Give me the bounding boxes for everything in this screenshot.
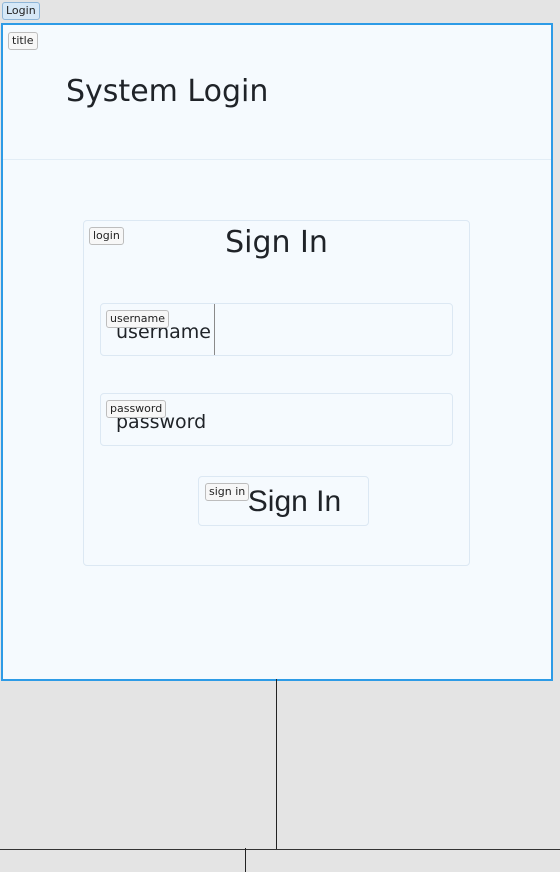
password-field[interactable]: password password — [100, 393, 456, 447]
title-section: title System Login — [3, 25, 551, 160]
connector-line-horizontal — [0, 849, 560, 850]
password-tag: password — [106, 400, 167, 418]
login-form: login Sign In username username password… — [83, 220, 470, 566]
window-tag-login: Login — [2, 2, 40, 20]
title-tag: title — [8, 32, 38, 50]
page-title: System Login — [66, 74, 269, 109]
sign-in-button[interactable]: Sign In sign in — [198, 476, 369, 526]
sign-in-heading: Sign In — [225, 225, 328, 260]
sign-in-tag: sign in — [205, 483, 250, 501]
connector-line-stub — [245, 848, 246, 872]
login-window: title System Login login Sign In usernam… — [1, 23, 553, 681]
connector-line-vertical — [276, 679, 277, 849]
username-tag: username — [106, 310, 169, 328]
username-field[interactable]: username username — [100, 303, 456, 357]
